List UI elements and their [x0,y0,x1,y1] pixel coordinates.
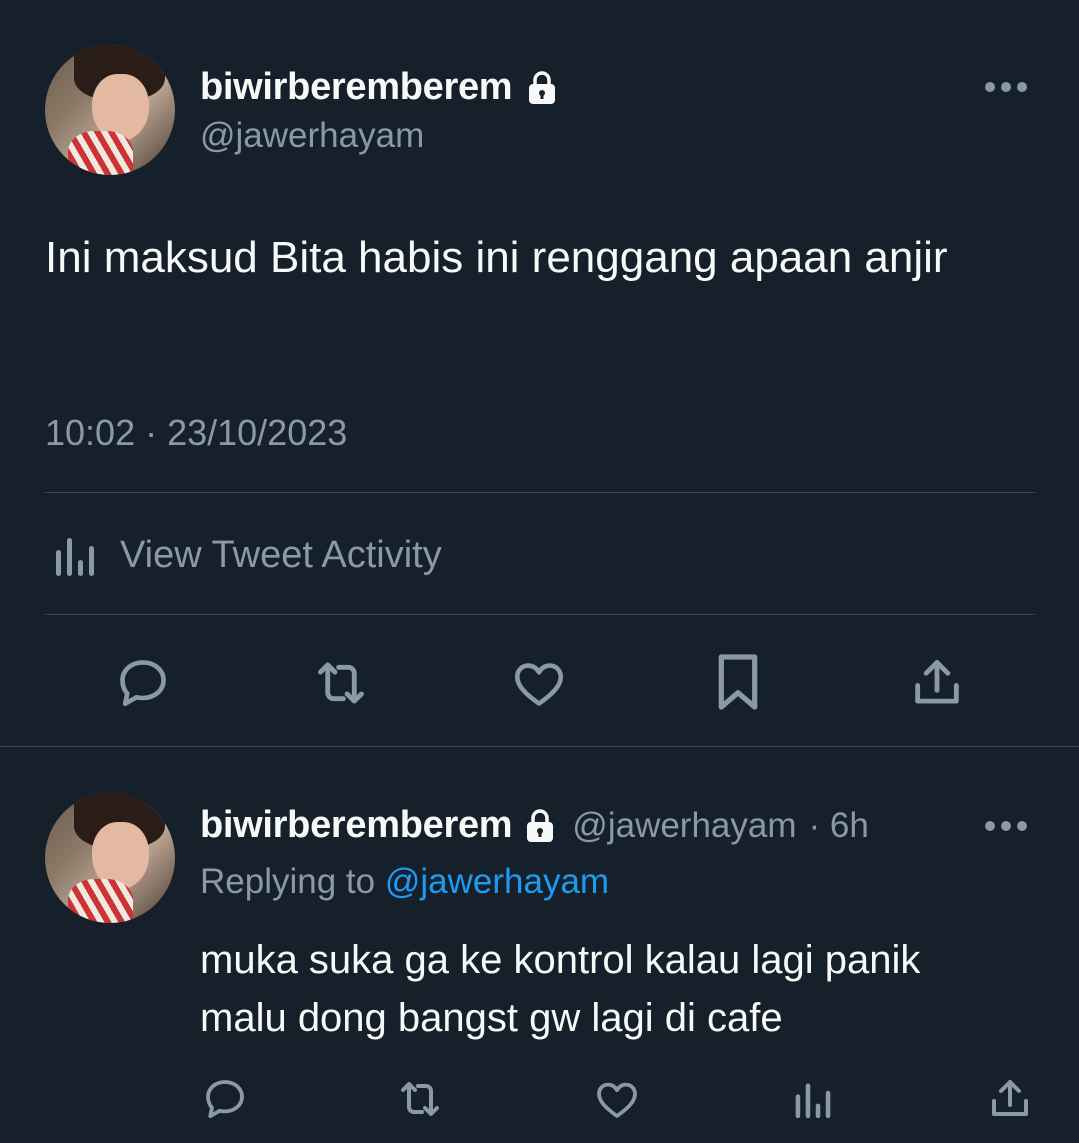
reply-text-line-1: muka suka ga ke kontrol kalau lagi panik [200,938,921,982]
replying-to-handle[interactable]: @jawerhayam [385,862,609,901]
analytics-button[interactable] [790,1074,836,1124]
retweet-button[interactable] [393,1074,447,1124]
divider [45,614,1035,615]
reply-button[interactable] [112,652,174,714]
avatar[interactable] [45,793,175,923]
reply-text-line-2: malu dong bangst gw lagi di cafe [200,996,783,1040]
bookmark-icon [718,654,758,710]
reply-button[interactable] [200,1074,250,1124]
replying-to: Replying to @jawerhayam [200,862,609,902]
bookmark-button[interactable] [710,650,766,714]
like-icon [597,1082,637,1118]
retweet-icon [401,1082,439,1116]
analytics-icon [52,532,98,578]
like-button[interactable] [592,1074,642,1124]
like-icon [514,663,564,706]
like-button[interactable] [509,652,569,714]
tweet-text: Ini maksud Bita habis ini renggang apaan… [45,233,948,282]
analytics-icon [795,1083,831,1119]
reply-tweet[interactable]: biwirberemberem @jawerhayam · 6h Replyin… [0,748,1079,1143]
main-tweet: biwirberemberem @jawerhayam Ini maksud B… [0,0,1079,748]
handle[interactable]: @jawerhayam [200,116,424,156]
display-name[interactable]: biwirberemberem [200,66,513,109]
share-button[interactable] [985,1074,1035,1124]
display-name[interactable]: biwirberemberem [200,804,513,847]
reply-icon [206,1080,244,1119]
retweet-icon [318,662,364,704]
more-icon[interactable] [985,82,1027,92]
divider [0,746,1079,747]
view-tweet-activity[interactable]: View Tweet Activity [52,532,442,578]
tweet-age[interactable]: · 6h [809,806,869,846]
reply-icon [120,660,166,707]
replying-to-label: Replying to [200,862,376,901]
divider [45,492,1035,493]
share-icon [915,660,959,704]
lock-icon [526,70,558,106]
handle[interactable]: @jawerhayam [572,806,796,846]
lock-icon [524,808,556,844]
avatar[interactable] [45,45,175,175]
retweet-button[interactable] [308,652,374,714]
share-button[interactable] [906,652,968,714]
more-icon[interactable] [985,821,1027,831]
share-icon [992,1080,1028,1116]
timestamp[interactable]: 10:02 · 23/10/2023 [45,412,347,454]
view-tweet-activity-label: View Tweet Activity [120,533,442,576]
